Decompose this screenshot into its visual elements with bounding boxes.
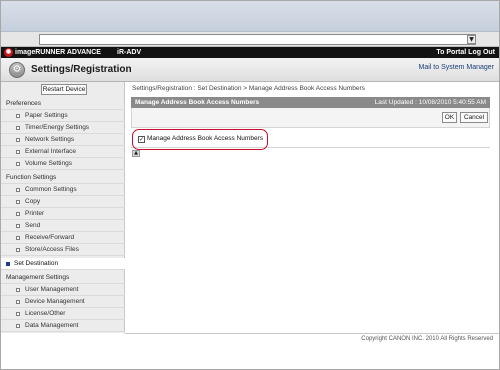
sidebar-item-label: Paper Settings [25, 112, 68, 119]
button-row: OK Cancel [131, 108, 490, 128]
sidebar-item-label: Receive/Forward [25, 234, 75, 241]
bullet-icon [16, 236, 20, 240]
sidebar-item-common-settings[interactable]: Common Settings [1, 184, 125, 196]
settings-icon: ⚙ [9, 62, 25, 78]
sidebar-item-label: Device Management [25, 298, 85, 305]
panel-title: Manage Address Book Access Numbers [135, 99, 260, 106]
sidebar-item-set-destination[interactable]: Set Destination [1, 258, 125, 270]
sidebar-item-printer[interactable]: Printer [1, 208, 125, 220]
restart-device-button[interactable]: Restart Device [41, 84, 87, 95]
sidebar-item-receive-forward[interactable]: Receive/Forward [1, 232, 125, 244]
bullet-icon [16, 212, 20, 216]
sidebar-item-label: External Interface [25, 148, 76, 155]
sidebar-item-timer-energy[interactable]: Timer/Energy Settings [1, 122, 125, 134]
bullet-icon [16, 188, 20, 192]
active-bullet-icon [6, 262, 10, 266]
bullet-icon [16, 224, 20, 228]
mail-system-manager-button[interactable]: Mail to System Manager [419, 64, 494, 71]
panel-header: Manage Address Book Access Numbers Last … [131, 97, 490, 108]
scroll-top-button[interactable]: ▲ [132, 150, 140, 157]
sidebar-item-label: Printer [25, 210, 45, 217]
sidebar-item-label: Set Destination [14, 260, 59, 267]
bullet-icon [16, 248, 20, 252]
bullet-icon [16, 150, 20, 154]
sidebar-item-label: Volume Settings [25, 160, 72, 167]
bullet-icon [16, 324, 20, 328]
ok-button[interactable]: OK [442, 112, 457, 123]
sidebar-item-label: Data Management [25, 322, 79, 329]
product-name: imageRUNNER ADVANCE [15, 49, 101, 56]
sidebar-item-license-other[interactable]: License/Other [1, 308, 125, 320]
bullet-icon [16, 114, 20, 118]
sidebar-item-send[interactable]: Send [1, 220, 125, 232]
arrow-up-icon: ▲ [134, 150, 138, 156]
sidebar-item-label: Send [25, 222, 41, 229]
sidebar-item-label: Copy [25, 198, 41, 205]
sidebar-item-label: User Management [25, 286, 79, 293]
address-row: ▼ [1, 32, 499, 47]
sidebar-item-label: Store/Access Files [25, 246, 79, 253]
sidebar-item-label: Timer/Energy Settings [25, 124, 90, 131]
bullet-icon [16, 162, 20, 166]
sidebar-item-store-access-files[interactable]: Store/Access Files [1, 244, 125, 256]
sidebar-category-function-settings: Function Settings [1, 172, 125, 184]
bullet-icon [16, 138, 20, 142]
model-name: iR-ADV [117, 49, 142, 56]
breadcrumb: Settings/Registration : Set Destination … [132, 85, 365, 92]
sidebar-item-external-interface[interactable]: External Interface [1, 146, 125, 158]
sidebar-item-label: Network Settings [25, 136, 75, 143]
page-header: ⚙ Settings/Registration Mail to System M… [1, 58, 499, 82]
sidebar-item-network-settings[interactable]: Network Settings [1, 134, 125, 146]
page-title: Settings/Registration [31, 64, 132, 75]
sidebar-item-label: Common Settings [25, 186, 77, 193]
bullet-icon [16, 288, 20, 292]
bullet-icon [16, 126, 20, 130]
sidebar-item-data-management[interactable]: Data Management [1, 320, 125, 332]
bullet-icon [16, 200, 20, 204]
checkbox-label: Manage Address Book Access Numbers [147, 135, 263, 142]
product-bar: ◉ imageRUNNER ADVANCE iR-ADV To Portal L… [1, 47, 499, 58]
portal-logout-link[interactable]: To Portal Log Out [436, 47, 495, 58]
bullet-icon [16, 312, 20, 316]
sidebar-item-volume-settings[interactable]: Volume Settings [1, 158, 125, 170]
sidebar-item-device-management[interactable]: Device Management [1, 296, 125, 308]
sidebar-item-copy[interactable]: Copy [1, 196, 125, 208]
chevron-down-icon: ▼ [469, 36, 474, 43]
manage-access-numbers-checkbox[interactable]: ✓ [138, 136, 145, 143]
sidebar-category-preferences: Preferences [1, 98, 125, 110]
sidebar-category-management-settings: Management Settings [1, 272, 125, 284]
browser-toolbar [1, 1, 499, 32]
sidebar-item-user-management[interactable]: User Management [1, 284, 125, 296]
bullet-icon [16, 300, 20, 304]
address-input[interactable] [39, 34, 476, 45]
cancel-button[interactable]: Cancel [460, 112, 488, 123]
check-icon: ✓ [139, 136, 145, 143]
last-updated: Last Updated : 10/08/2010 5:40:55 AM [374, 99, 486, 106]
address-dropdown-button[interactable]: ▼ [467, 35, 476, 44]
sidebar-item-label: License/Other [25, 310, 66, 317]
copyright-footer: Copyright CANON INC. 2010 All Rights Res… [125, 333, 499, 343]
sidebar: Restart Device Preferences Paper Setting… [1, 82, 125, 333]
canon-logo-icon: ◉ [4, 48, 13, 57]
sidebar-item-paper-settings[interactable]: Paper Settings [1, 110, 125, 122]
